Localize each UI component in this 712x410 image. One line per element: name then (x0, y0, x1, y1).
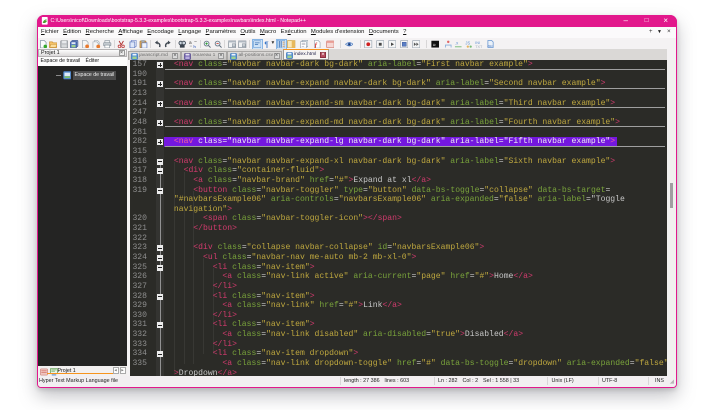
svg-text:a: a (189, 41, 192, 46)
svg-text:¶: ¶ (264, 40, 269, 48)
svg-text:TXT: TXT (475, 45, 483, 48)
svg-text:JS: JS (465, 40, 470, 45)
svg-text:JSN: JSN (487, 43, 492, 47)
svg-text:.x: .x (455, 40, 459, 45)
svg-text:»: » (432, 42, 435, 48)
svg-text:b: b (193, 44, 196, 48)
